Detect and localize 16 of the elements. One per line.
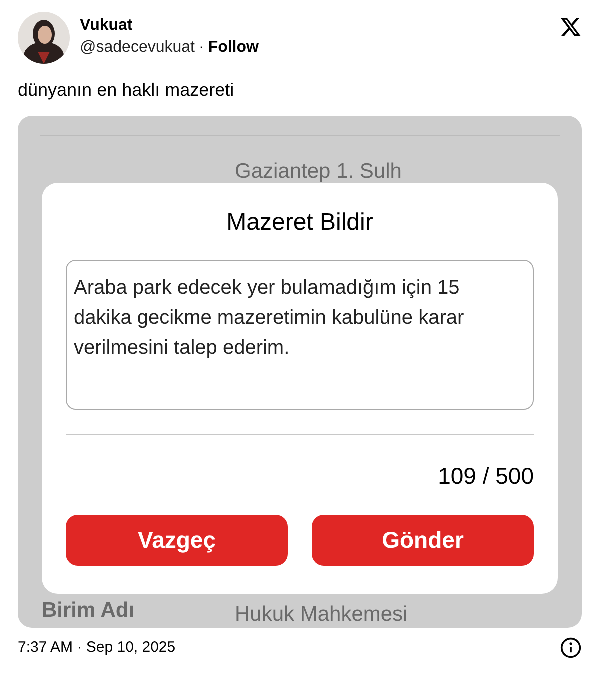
follow-link[interactable]: Follow: [208, 37, 259, 59]
author-name: Vukuat: [80, 16, 134, 36]
x-logo-icon: [560, 16, 582, 38]
dialog-button[interactable]: Vazgeç: [66, 515, 288, 566]
field-value: Gaziantep 1. Sulh: [235, 160, 403, 184]
info-icon[interactable]: [560, 637, 582, 660]
dialog-button[interactable]: Gönder: [312, 515, 534, 566]
timestamp: 7:37 AM · Sep 10, 2025: [18, 638, 176, 658]
field-label: Birim Adı: [42, 598, 136, 624]
separator: ·: [198, 38, 204, 58]
tweet-text: dünyanın en haklı mazereti: [17, 79, 236, 102]
message-field[interactable]: Araba park edecek yer bulamadığım için 15 dakika gecikme mazeretimin kabulüne karar verilmesini talep ederim.: [66, 260, 534, 410]
field-value: Hukuk Mahkemesi: [235, 602, 408, 628]
character-counter: 109 / 500: [438, 462, 534, 491]
dialog-title: Mazeret Bildir: [226, 208, 374, 238]
author-handle: @sadecevukuat: [80, 38, 195, 58]
